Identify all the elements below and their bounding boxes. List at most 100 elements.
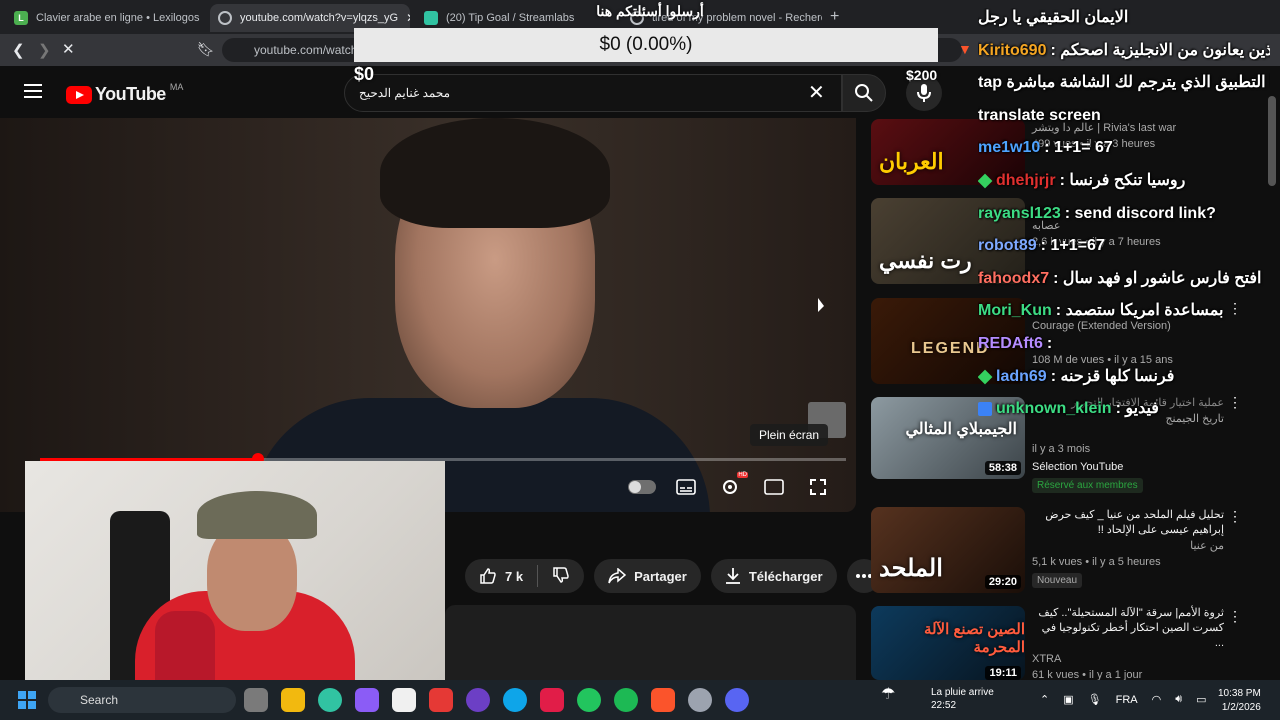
weather-widget[interactable]: ☂ La pluie arrive 22:52 (881, 686, 994, 712)
share-icon (608, 568, 627, 584)
taskbar-search-label: Search (80, 693, 119, 707)
clock[interactable]: 10:38 PM 1/2/2026 (1218, 687, 1261, 715)
app-icon[interactable] (355, 688, 379, 712)
brave-browser-icon[interactable] (651, 688, 675, 712)
rec-info-5[interactable]: تحليل فيلم الملحد من عنيا _ كيف حرض إبرا… (1032, 508, 1224, 588)
forward-icon[interactable]: ❯ (38, 41, 51, 59)
chat-username: dhehjrjr (996, 172, 1056, 189)
download-button[interactable]: Télécharger (710, 559, 837, 593)
prime-badge-icon (978, 401, 992, 416)
chat-separator: : (1040, 237, 1051, 254)
chat-message: Kirito690: الذين يعانون من الانجليزية اص… (978, 41, 1270, 61)
weather-subtitle: 22:52 (931, 700, 957, 711)
store-icon[interactable] (392, 688, 416, 712)
autoplay-toggle[interactable] (620, 474, 664, 500)
microphone-tray-icon[interactable]: 🎙︎ (1088, 693, 1102, 706)
search-icon (855, 84, 873, 102)
dislike-button[interactable] (552, 566, 570, 587)
brave-shield-icon[interactable]: ▼ (958, 41, 972, 57)
streamlabs-icon (424, 11, 438, 25)
discord-icon[interactable] (725, 688, 749, 712)
time: 10:38 PM (1218, 688, 1261, 699)
toggle-icon (628, 480, 656, 494)
chat-text: فيديو (1125, 400, 1159, 417)
spotify-icon[interactable] (614, 688, 638, 712)
streamlabs-app-icon[interactable] (318, 688, 342, 712)
show-hidden-icons-icon[interactable]: ⌃ (1040, 693, 1049, 706)
app-icon[interactable] (503, 688, 527, 712)
task-view-icon[interactable] (244, 688, 268, 712)
webcam-overlay (25, 461, 445, 697)
tip-goal-title: أرسلوا أسئلتكم هنا (596, 3, 704, 19)
fullscreen-button[interactable] (796, 474, 840, 500)
stop-loading-icon[interactable]: ✕ (62, 40, 75, 58)
rec-title: ثروة الأمم| سرقة "الآلة المستحيلة".. كيف… (1038, 607, 1224, 649)
subtitles-icon (676, 479, 696, 495)
app-icon[interactable] (577, 688, 601, 712)
youtube-logo[interactable]: YouTube MA (66, 82, 183, 105)
rain-cloud-icon: ☂ (881, 686, 896, 703)
date: 1/2/2026 (1221, 702, 1261, 713)
rec-thumbnail-6[interactable]: الصين تصنع الآلة المحرمة 19:11 (871, 606, 1025, 680)
search-input[interactable]: محمد غنايم الدحيح (344, 74, 842, 112)
taskbar-search[interactable]: Search (48, 687, 236, 713)
chat-app-icon[interactable] (466, 688, 490, 712)
chat-message: rayansl123: send discord link? (978, 204, 1270, 224)
file-explorer-icon[interactable] (281, 688, 305, 712)
description-box[interactable] (445, 605, 856, 680)
battery-icon[interactable]: ▭ (1196, 693, 1206, 706)
bookmark-icon[interactable]: 🔖︎ (197, 41, 215, 58)
search-button[interactable] (842, 74, 886, 112)
like-count: 7 k (505, 568, 524, 584)
chat-username: fahoodx7 (978, 270, 1050, 287)
chat-message: translate screen (978, 106, 1270, 126)
volume-icon[interactable]: 🔊︎ (1175, 693, 1182, 706)
chat-separator: : (1064, 205, 1075, 222)
chat-separator: : (1059, 172, 1070, 189)
theater-mode-button[interactable] (752, 474, 796, 500)
rec-thumbnail-5[interactable]: الملحد 29:20 (871, 507, 1025, 593)
video-actions: 7 k Partager Télécharger (465, 559, 881, 593)
close-tab-icon[interactable]: ✕ (398, 11, 410, 25)
video-frame-hair (380, 118, 610, 228)
new-tab-icon[interactable]: + (830, 8, 839, 26)
tab-lexilogos[interactable]: L Clavier arabe en ligne • Lexilogos (6, 4, 206, 32)
network-app-icon[interactable]: ▣ (1063, 693, 1073, 706)
fullscreen-icon (810, 479, 826, 495)
chat-username: rayansl123 (978, 205, 1061, 222)
thumbs-down-icon (553, 566, 569, 583)
like-button[interactable]: 7 k (479, 567, 523, 585)
app-icon[interactable] (429, 688, 453, 712)
rec-menu-icon-6[interactable]: ⋮ (1228, 608, 1242, 625)
rec-menu-icon-5[interactable]: ⋮ (1228, 508, 1242, 525)
microphone-icon (917, 84, 931, 102)
rec-title: تحليل فيلم الملحد من عنيا _ كيف حرض إبرا… (1045, 509, 1224, 536)
video-player[interactable] (0, 118, 856, 512)
subtitles-button[interactable] (664, 474, 708, 500)
chat-text: افتح فارس عاشور او فهد سال (1062, 270, 1262, 287)
like-dislike-group: 7 k (465, 559, 585, 593)
chat-username: Mori_Kun (978, 302, 1052, 319)
screen: L Clavier arabe en ligne • Lexilogos you… (0, 0, 1280, 720)
chat-text: الذين يعانون من الانجليزية اصحكم (1060, 42, 1270, 59)
hamburger-menu-icon[interactable] (24, 84, 42, 98)
back-icon[interactable]: ❮ (12, 41, 25, 59)
app-icon[interactable] (540, 688, 564, 712)
chat-text: الايمان الحقيقي يا رجل (978, 9, 1129, 26)
wifi-icon[interactable]: ◠ (1152, 693, 1162, 706)
theater-mode-icon (764, 479, 784, 495)
rec-duration: 58:38 (984, 461, 1021, 475)
windows-start-icon[interactable] (18, 691, 36, 709)
rec-info-6[interactable]: ثروة الأمم| سرقة "الآلة المستحيلة".. كيف… (1032, 606, 1224, 683)
share-button[interactable]: Partager (594, 559, 701, 593)
weather-title: La pluie arrive (931, 687, 994, 698)
clear-search-icon[interactable]: ✕ (808, 80, 825, 105)
thumbs-up-icon (480, 568, 496, 584)
settings-button[interactable]: HD (708, 472, 752, 500)
rec-thumb-text: الجيمبلاي المثالي (905, 421, 1017, 438)
chat-text: translate screen (978, 107, 1101, 124)
input-language[interactable]: FRA (1116, 694, 1138, 706)
obs-icon[interactable] (688, 688, 712, 712)
chat-username: ladn69 (996, 368, 1047, 385)
rec-meta: il y a 3 mois (1032, 443, 1091, 455)
